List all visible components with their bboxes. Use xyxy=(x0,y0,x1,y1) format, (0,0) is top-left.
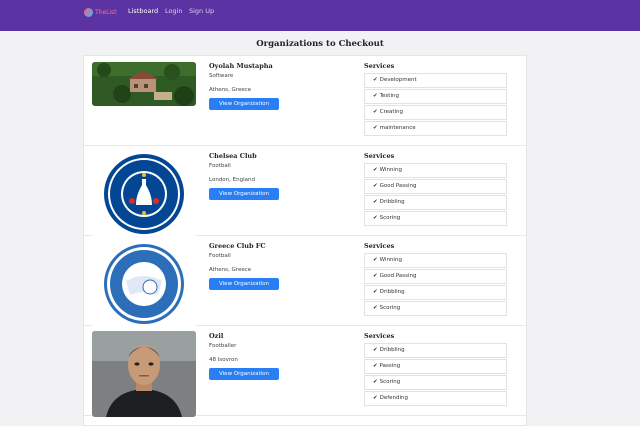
page-title: Organizations to Checkout xyxy=(256,39,384,49)
navbar: TheList Listboard Login Sign Up xyxy=(0,0,640,31)
organization-name: Chelsea Club xyxy=(209,152,257,160)
service-item: ✔ Scoring xyxy=(364,375,507,390)
view-organization-button[interactable]: View Organization xyxy=(209,98,279,110)
service-item: ✔ Dribbling xyxy=(364,285,507,300)
organization-name: Oyolah Mustapha xyxy=(209,62,273,70)
check-icon: ✔ xyxy=(373,215,378,221)
view-organization-button[interactable]: View Organization xyxy=(209,278,279,290)
check-icon: ✔ xyxy=(373,379,378,385)
organization-name: Ozil xyxy=(209,332,224,340)
service-item: ✔ Winning xyxy=(364,163,507,178)
logo-icon xyxy=(84,8,93,17)
service-label: Development xyxy=(379,77,417,83)
organization-location: Athens, Greece xyxy=(209,87,252,93)
organization-image xyxy=(92,331,196,417)
service-label: Dribbling xyxy=(379,289,405,295)
service-item: ✔ Good Passing xyxy=(364,269,507,284)
check-icon: ✔ xyxy=(373,167,378,173)
nav-link-login[interactable]: Login xyxy=(165,7,183,15)
check-icon: ✔ xyxy=(373,395,378,401)
check-icon: ✔ xyxy=(373,273,378,279)
check-icon: ✔ xyxy=(373,183,378,189)
service-item: ✔ Passing xyxy=(364,359,507,374)
organization-name: Greece Club FC xyxy=(209,242,266,250)
organization-card: Chelsea Club Football London, England Vi… xyxy=(84,146,526,237)
service-label: Good Passing xyxy=(379,183,417,189)
organization-location: Athens, Greece xyxy=(209,267,252,273)
service-item: ✔ Testing xyxy=(364,89,507,104)
services-title: Services xyxy=(364,62,395,70)
service-label: Scoring xyxy=(379,215,401,221)
organization-category: Football xyxy=(209,253,231,259)
check-icon: ✔ xyxy=(373,363,378,369)
organization-card: Ozil Footballer 48 Isovron View Organiza… xyxy=(84,326,526,417)
service-label: Scoring xyxy=(379,305,401,311)
brand-text: TheList xyxy=(95,9,117,16)
service-item: ✔ Scoring xyxy=(364,211,507,226)
services-title: Services xyxy=(364,332,395,340)
organization-image xyxy=(92,241,196,327)
organization-location: 48 Isovron xyxy=(209,357,238,363)
service-label: Winning xyxy=(379,257,402,263)
service-label: Dribbling xyxy=(379,199,405,205)
services-title: Services xyxy=(364,152,395,160)
brand-logo[interactable]: TheList xyxy=(84,8,124,18)
service-label: Creating xyxy=(379,109,404,115)
organization-card: Oyolah Mustapha Software Athens, Greece … xyxy=(84,56,526,146)
service-item: ✔ maintenance xyxy=(364,121,507,136)
service-label: Dribbling xyxy=(379,347,405,353)
service-item: ✔ Winning xyxy=(364,253,507,268)
service-item: ✔ Scoring xyxy=(364,301,507,316)
view-organization-button[interactable]: View Organization xyxy=(209,368,279,380)
nav-link-signup[interactable]: Sign Up xyxy=(189,7,214,15)
organization-card: Greece Club FC Football Athens, Greece V… xyxy=(84,236,526,327)
organization-location: London, England xyxy=(209,177,255,183)
service-label: Passing xyxy=(379,363,401,369)
service-item: ✔ Dribbling xyxy=(364,195,507,210)
check-icon: ✔ xyxy=(373,305,378,311)
service-item: ✔ Defending xyxy=(364,391,507,406)
service-label: Winning xyxy=(379,167,402,173)
nav-link-listboard[interactable]: Listboard xyxy=(128,7,158,15)
check-icon: ✔ xyxy=(373,93,378,99)
service-label: Testing xyxy=(379,93,399,99)
check-icon: ✔ xyxy=(373,347,378,353)
check-icon: ✔ xyxy=(373,77,378,83)
service-item: ✔ Dribbling xyxy=(364,343,507,358)
organization-category: Footballer xyxy=(209,343,237,349)
organization-category: Football xyxy=(209,163,231,169)
service-label: Good Passing xyxy=(379,273,417,279)
service-item: ✔ Development xyxy=(364,73,507,88)
check-icon: ✔ xyxy=(373,257,378,263)
organization-image xyxy=(92,151,196,237)
organization-list: Oyolah Mustapha Software Athens, Greece … xyxy=(83,55,527,426)
service-label: Defending xyxy=(379,395,409,401)
service-label: Scoring xyxy=(379,379,401,385)
organization-category: Software xyxy=(209,73,234,79)
organization-image xyxy=(92,62,196,106)
service-item: ✔ Good Passing xyxy=(364,179,507,194)
check-icon: ✔ xyxy=(373,289,378,295)
services-title: Services xyxy=(364,242,395,250)
service-label: maintenance xyxy=(379,125,416,131)
check-icon: ✔ xyxy=(373,199,378,205)
view-organization-button[interactable]: View Organization xyxy=(209,188,279,200)
service-item: ✔ Creating xyxy=(364,105,507,120)
check-icon: ✔ xyxy=(373,109,378,115)
check-icon: ✔ xyxy=(373,125,378,131)
